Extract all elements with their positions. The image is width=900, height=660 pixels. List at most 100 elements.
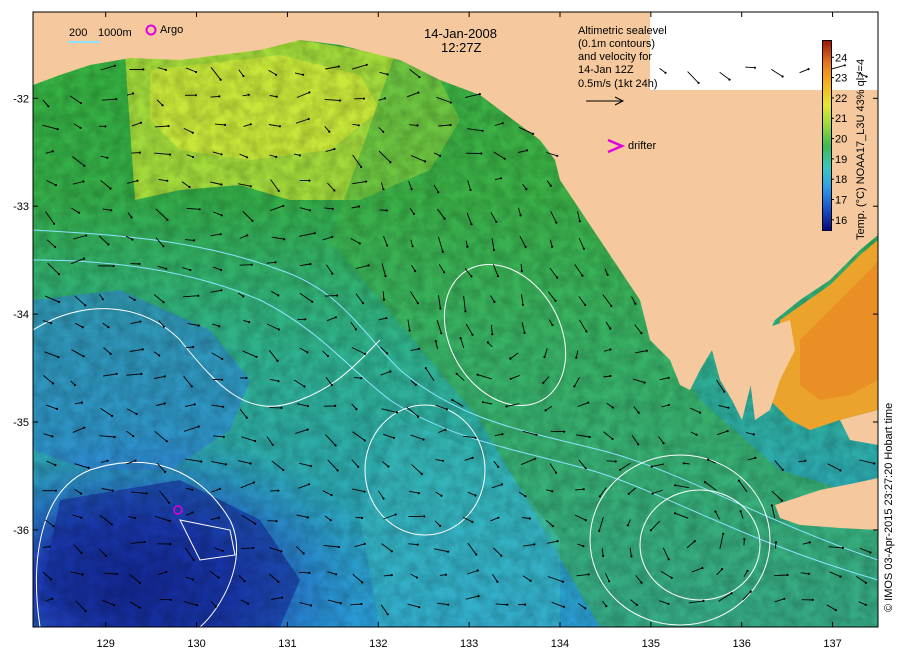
velocity-arrow-head [611, 406, 614, 409]
velocity-arrow-head [360, 377, 363, 380]
velocity-arrow-head [145, 492, 148, 495]
velocity-arrow-head [311, 300, 314, 303]
velocity-arrow-head [192, 558, 195, 562]
velocity-arrow-head [523, 331, 526, 334]
velocity-arrow-head [703, 481, 707, 484]
velocity-arrow-head [389, 161, 392, 164]
velocity-arrow-head [249, 123, 252, 126]
velocity-arrow-head [51, 597, 54, 600]
sst-map: 129 130 131 132 133 134 135 136 137 -32 -33 -34 -35 -… [13, 11, 879, 650]
velocity-arrow-head [277, 580, 280, 584]
velocity-arrow-head [57, 300, 61, 303]
velocity-arrow-head [480, 152, 483, 155]
velocity-arrow-head [447, 603, 450, 606]
y-tick-label: -33 [13, 201, 29, 213]
velocity-arrow-head [334, 444, 337, 447]
velocity-arrow-head [249, 185, 252, 188]
velocity-arrow-head [220, 289, 223, 292]
velocity-arrow-head [217, 516, 221, 519]
velocity-arrow-head [783, 597, 786, 600]
velocity-arrow-head [439, 524, 442, 528]
velocity-arrow-head [363, 542, 366, 546]
velocity-arrow-head [313, 232, 316, 235]
velocity-arrow-head [440, 494, 443, 497]
velocity-arrow-head [726, 430, 729, 433]
velocity-arrow-head [104, 554, 108, 558]
velocity-arrow-head [609, 327, 612, 330]
velocity-arrow-head [245, 156, 249, 159]
velocity-arrow-head [363, 490, 366, 493]
velocity-arrow-head [54, 184, 58, 187]
velocity-arrow-head [414, 383, 417, 386]
velocity-arrow-head [47, 105, 50, 108]
velocity-arrow-head [781, 468, 784, 471]
velocity-arrow-head [780, 499, 784, 502]
velocity-arrow-head [169, 598, 172, 601]
velocity-arrow-head [470, 223, 473, 226]
velocity-arrow-head [556, 540, 559, 543]
velocity-arrow-head [278, 125, 281, 128]
velocity-arrow-head [363, 352, 367, 355]
velocity-arrow-head [84, 304, 87, 307]
velocity-arrow-head [277, 489, 280, 492]
x-tick-label: 134 [551, 638, 569, 650]
velocity-arrow-head [54, 489, 58, 492]
velocity-arrow-head [164, 470, 167, 473]
velocity-arrow-head [191, 511, 194, 514]
velocity-arrow [239, 264, 252, 266]
velocity-arrow-head [110, 523, 113, 526]
velocity-arrow-head [308, 571, 311, 575]
velocity-arrow-head [424, 367, 427, 370]
velocity-arrow-head [139, 320, 142, 323]
velocity-arrow-head [339, 602, 342, 605]
velocity-arrow-head [200, 460, 203, 463]
velocity-arrow-head [277, 294, 280, 297]
y-tick-label: -35 [13, 417, 29, 429]
velocity-arrow-head [328, 130, 331, 133]
velocity-arrow-head [423, 515, 426, 518]
velocity-arrow-head [739, 510, 742, 513]
colorbar-tick-label: 16 [835, 215, 847, 227]
velocity-arrow-head [112, 264, 115, 268]
velocity-arrow-head [82, 257, 86, 260]
velocity-arrow-head [443, 271, 446, 274]
velocity-arrow-head [808, 541, 811, 544]
velocity-arrow-head [360, 602, 363, 606]
velocity-arrow-head [80, 401, 83, 404]
velocity-arrow-head [304, 318, 307, 321]
velocity-arrow-head [609, 348, 612, 351]
velocity-arrow-head [219, 233, 222, 236]
velocity-arrow-head [275, 73, 278, 76]
velocity-arrow-head [107, 326, 110, 329]
velocity-arrow-head [667, 558, 670, 561]
velocity-arrow-head [162, 325, 165, 328]
velocity-arrow-head [333, 148, 336, 151]
velocity-arrow-head [839, 575, 842, 578]
velocity-arrow-head [195, 70, 198, 74]
title-date: 14-Jan-2008 [424, 26, 497, 41]
colorbar-tick-label: 20 [835, 134, 847, 146]
velocity-arrow-head [382, 497, 385, 500]
velocity-arrow-head [471, 520, 474, 523]
velocity-arrow-head [365, 63, 368, 66]
velocity-arrow-head [781, 75, 784, 78]
scale-label-200: 200 [69, 27, 88, 39]
x-tick-label: 132 [369, 638, 387, 650]
legend-line-3: and velocity for [578, 51, 652, 63]
velocity-arrow-head [252, 481, 255, 484]
velocity-arrow-head [774, 541, 778, 544]
velocity-arrow-head [643, 381, 646, 384]
velocity-arrow-head [79, 126, 82, 129]
velocity-arrow-head [386, 244, 389, 247]
velocity-arrow-head [645, 349, 648, 352]
velocity-arrow [299, 571, 310, 574]
velocity-arrow-head [839, 469, 842, 472]
velocity-arrow-head [138, 606, 141, 609]
velocity-arrow-head [561, 580, 565, 583]
velocity-arrow-head [197, 324, 200, 327]
velocity-arrow-head [250, 263, 253, 266]
velocity-arrow-head [81, 326, 84, 329]
velocity-arrow-head [411, 245, 414, 248]
velocity-arrow-head [478, 93, 481, 96]
velocity-arrow-head [80, 516, 83, 519]
